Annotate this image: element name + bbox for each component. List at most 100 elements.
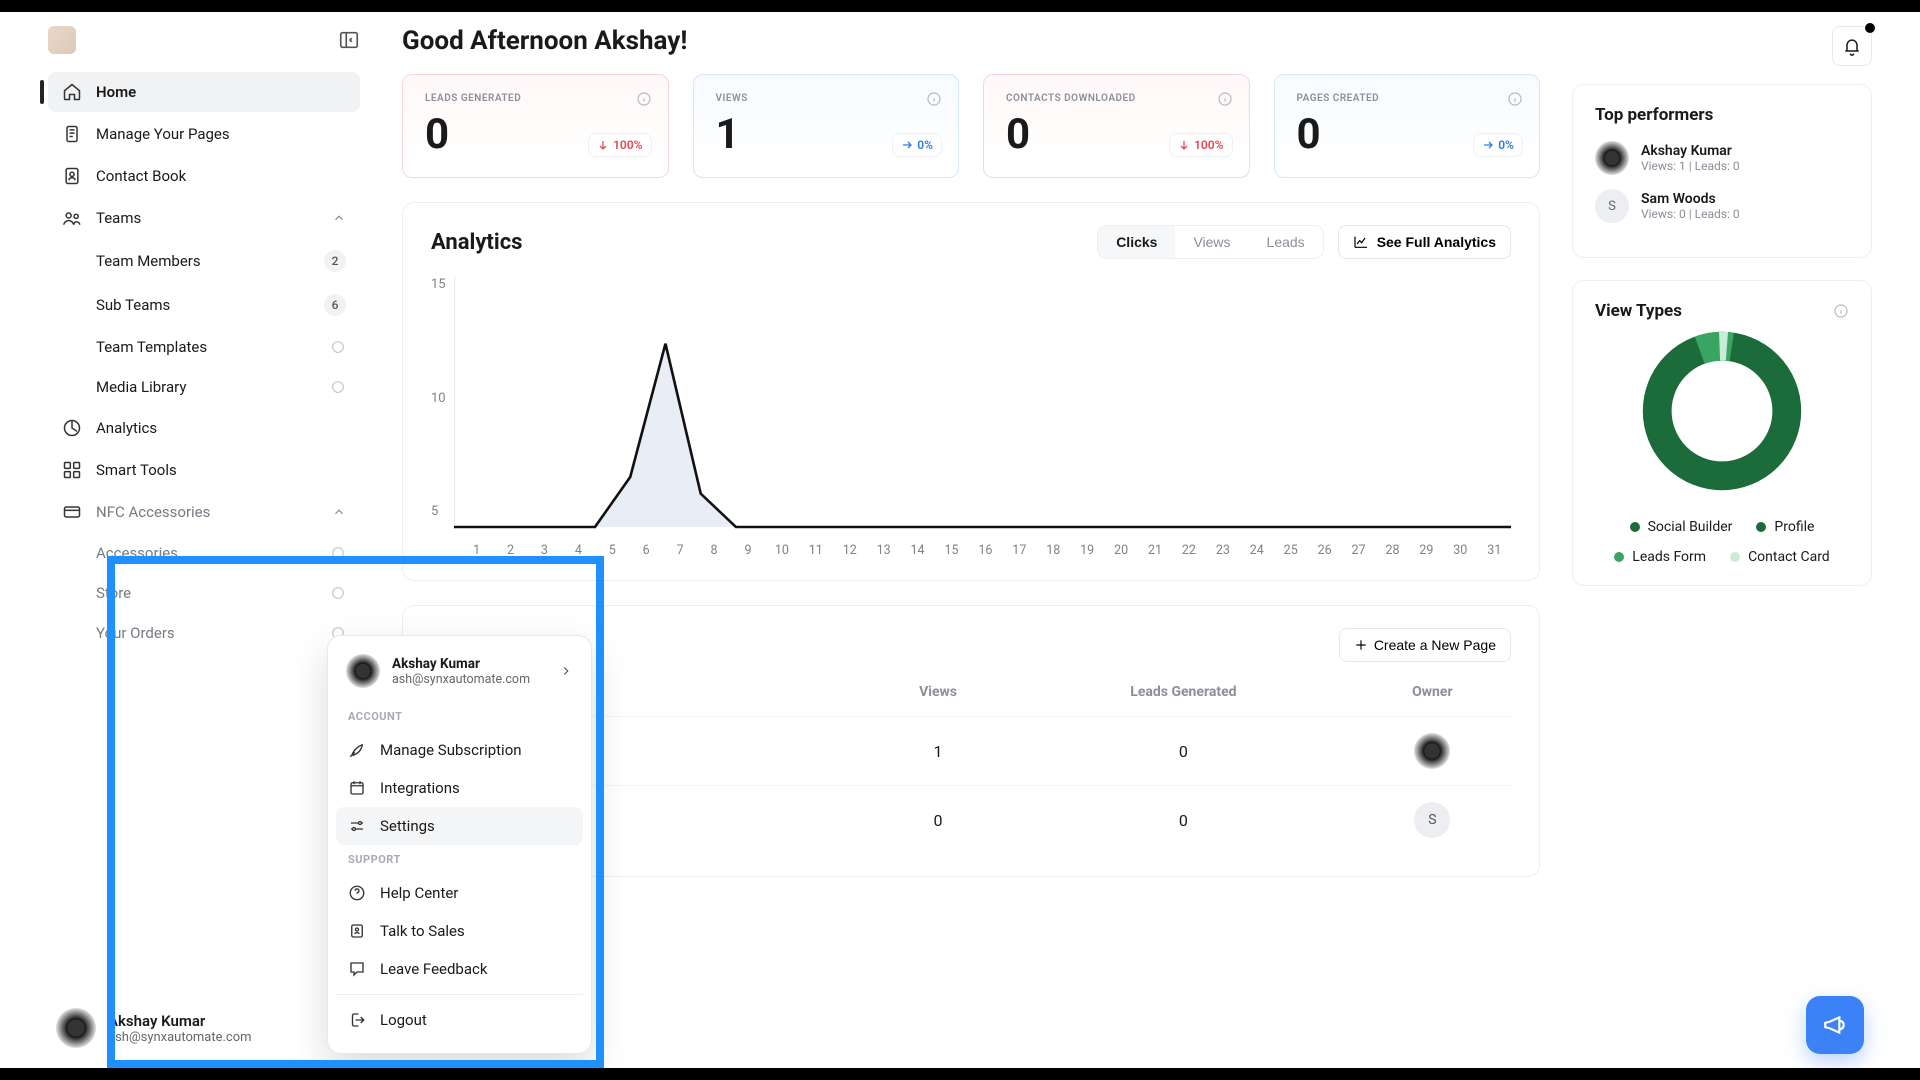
sidebar-item-orders[interactable]: Your Orders — [48, 614, 360, 652]
info-icon[interactable] — [926, 91, 942, 107]
chevron-right-icon — [559, 664, 573, 678]
kpi-delta-text: 100% — [1194, 138, 1223, 152]
chart-plot: 1234567891011121314151617181920212223242… — [454, 277, 1511, 558]
owner-avatar: S — [1414, 802, 1450, 838]
view-types-title: View Types — [1595, 301, 1682, 321]
sidebar-item-analytics[interactable]: Analytics — [48, 408, 360, 448]
x-tick: 16 — [968, 543, 1002, 558]
performer-row[interactable]: S Sam Woods Views: 0 | Leads: 0 — [1595, 189, 1849, 223]
logout-icon — [348, 1011, 366, 1029]
tab-leads[interactable]: Leads — [1249, 226, 1323, 258]
sidebar: Home Manage Your Pages Contact Book Team… — [48, 12, 368, 1068]
sliders-icon — [348, 817, 366, 835]
menu-item-sales[interactable]: Talk to Sales — [336, 912, 583, 950]
popup-divider — [336, 994, 583, 995]
legend-label: Leads Form — [1632, 549, 1706, 565]
chart-x-axis: 1234567891011121314151617181920212223242… — [454, 537, 1511, 558]
info-icon[interactable] — [1217, 91, 1233, 107]
menu-item-help[interactable]: Help Center — [336, 874, 583, 912]
owner-avatar — [1414, 733, 1450, 769]
nav-label: Teams — [96, 209, 141, 227]
sidebar-item-teams[interactable]: Teams — [48, 198, 360, 238]
nav-label: Media Library — [96, 378, 186, 396]
kpi-delta-text: 0% — [1498, 138, 1514, 152]
kpi-delta: 100% — [588, 133, 651, 157]
view-types-card: View Types Social Builder Profile Leads … — [1572, 280, 1872, 586]
legend-item: Social Builder — [1630, 519, 1733, 535]
sidebar-item-sub-teams[interactable]: Sub Teams 6 — [48, 284, 360, 326]
sidebar-item-home[interactable]: Home — [48, 72, 360, 112]
info-icon[interactable] — [1507, 91, 1523, 107]
top-performers-card: Top performers Akshay Kumar Views: 1 | L… — [1572, 84, 1872, 258]
sidebar-user-card[interactable]: Akshay Kumar ash@synxautomate.com — [48, 998, 368, 1058]
table-row[interactable]: 0 0 S — [431, 786, 1511, 855]
info-icon[interactable] — [1833, 303, 1849, 319]
legend-label: Profile — [1774, 519, 1814, 535]
y-tick: 5 — [431, 504, 446, 519]
main: Good Afternoon Akshay! LEADS GENERATED 0… — [368, 12, 1872, 1068]
kpi-contacts: CONTACTS DOWNLOADED 0 100% — [983, 74, 1250, 178]
col-leads: Leads Generated — [1013, 668, 1354, 717]
sidebar-item-smart-tools[interactable]: Smart Tools — [48, 450, 360, 490]
x-tick: 25 — [1274, 543, 1308, 558]
see-full-analytics-button[interactable]: See Full Analytics — [1338, 225, 1511, 259]
info-icon[interactable] — [636, 91, 652, 107]
x-tick: 11 — [799, 543, 833, 558]
tab-views[interactable]: Views — [1175, 226, 1248, 258]
kpi-label: LEADS GENERATED — [425, 93, 646, 104]
y-tick: 15 — [431, 277, 446, 292]
create-page-button[interactable]: Create a New Page — [1339, 628, 1511, 662]
x-tick: 26 — [1308, 543, 1342, 558]
popup-user-row[interactable]: Akshay Kumar ash@synxautomate.com — [336, 650, 583, 702]
nav-label: Team Templates — [96, 338, 207, 356]
workspace-logo[interactable] — [48, 26, 76, 54]
calendar-icon — [348, 779, 366, 797]
badge-icon — [348, 922, 366, 940]
sidebar-item-contacts[interactable]: Contact Book — [48, 156, 360, 196]
x-tick: 6 — [629, 543, 663, 558]
nav-label: Your Orders — [96, 624, 175, 642]
announce-fab[interactable] — [1806, 996, 1864, 1054]
sidebar-item-nfc[interactable]: NFC Accessories — [48, 492, 360, 532]
info-dim-icon — [330, 379, 346, 395]
menu-label: Integrations — [380, 779, 460, 797]
sidebar-item-team-members[interactable]: Team Members 2 — [48, 240, 360, 282]
tab-clicks[interactable]: Clicks — [1098, 226, 1175, 258]
menu-label: Talk to Sales — [380, 922, 465, 940]
chart: 15 10 5 12345678910111213141516171819202… — [431, 277, 1511, 558]
menu-item-feedback[interactable]: Leave Feedback — [336, 950, 583, 988]
collapse-sidebar-icon[interactable] — [338, 29, 360, 51]
menu-label: Settings — [380, 817, 435, 835]
col-owner: Owner — [1354, 668, 1511, 717]
teams-icon — [62, 208, 82, 228]
nav-label: Store — [96, 584, 131, 602]
performer-row[interactable]: Akshay Kumar Views: 1 | Leads: 0 — [1595, 141, 1849, 175]
legend-dot — [1630, 522, 1640, 532]
menu-item-settings[interactable]: Settings — [336, 807, 583, 845]
x-tick: 10 — [765, 543, 799, 558]
grid-icon — [62, 460, 82, 480]
x-tick: 28 — [1376, 543, 1410, 558]
table-row[interactable]: 1 0 — [431, 717, 1511, 786]
user-menu-popup: Akshay Kumar ash@synxautomate.com ACCOUN… — [327, 635, 592, 1054]
sidebar-item-team-templates[interactable]: Team Templates — [48, 328, 360, 366]
kpi-label: CONTACTS DOWNLOADED — [1006, 93, 1227, 104]
legend-label: Contact Card — [1748, 549, 1830, 565]
legend-item: Profile — [1756, 519, 1814, 535]
menu-item-subscription[interactable]: Manage Subscription — [336, 731, 583, 769]
analytics-header: Analytics Clicks Views Leads See Full An… — [431, 225, 1511, 259]
kpi-label: VIEWS — [716, 93, 937, 104]
avatar — [1595, 141, 1629, 175]
sidebar-item-accessories[interactable]: Accessories — [48, 534, 360, 572]
menu-item-integrations[interactable]: Integrations — [336, 769, 583, 807]
x-tick: 29 — [1409, 543, 1443, 558]
arrow-down-icon — [1178, 139, 1190, 151]
kpi-delta-text: 0% — [917, 138, 933, 152]
x-tick: 13 — [867, 543, 901, 558]
sidebar-item-media-library[interactable]: Media Library — [48, 368, 360, 406]
sidebar-item-store[interactable]: Store — [48, 574, 360, 612]
sidebar-item-pages[interactable]: Manage Your Pages — [48, 114, 360, 154]
notifications-button[interactable] — [1832, 26, 1872, 66]
menu-item-logout[interactable]: Logout — [336, 1001, 583, 1039]
analytics-title: Analytics — [431, 230, 522, 255]
